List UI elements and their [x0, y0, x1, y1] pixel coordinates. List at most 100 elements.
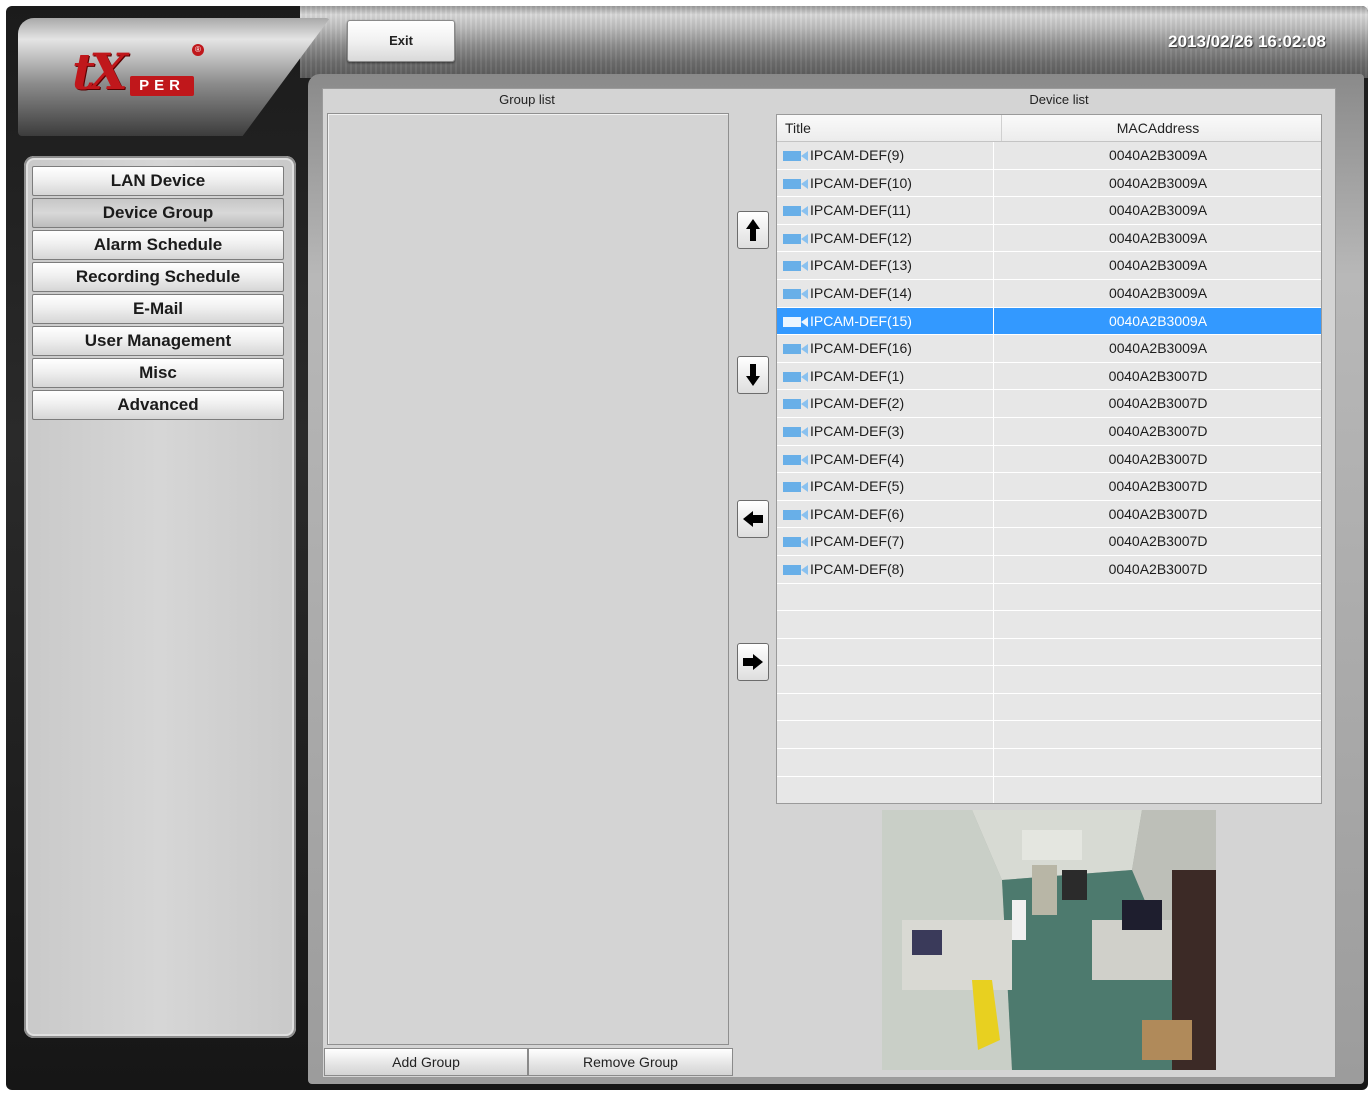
row-title-cell[interactable]: IPCAM-DEF(13)	[777, 252, 994, 279]
txper-logo: tX PER ®	[72, 40, 204, 110]
table-row[interactable]: IPCAM-DEF(15) 0040A2B3009A	[777, 307, 1321, 336]
table-row[interactable]: IPCAM-DEF(2) 0040A2B3007D	[777, 390, 1321, 418]
table-row-empty	[777, 693, 1321, 722]
device-title: IPCAM-DEF(5)	[810, 478, 905, 495]
sidebar-item-alarm-schedule[interactable]: Alarm Schedule	[32, 230, 284, 260]
camera-icon	[783, 564, 808, 575]
logo-tx-text: tX	[72, 42, 128, 101]
registered-mark: ®	[192, 44, 204, 56]
table-row[interactable]: IPCAM-DEF(13) 0040A2B3009A	[777, 252, 1321, 280]
table-row[interactable]: IPCAM-DEF(7) 0040A2B3007D	[777, 528, 1321, 556]
sidebar-item-recording-schedule[interactable]: Recording Schedule	[32, 262, 284, 292]
device-table[interactable]: Title MACAddress IPCAM-DEF(9) 0040A2B3009…	[776, 114, 1322, 804]
row-title-cell[interactable]: IPCAM-DEF(4)	[777, 445, 994, 473]
table-row[interactable]: IPCAM-DEF(9) 0040A2B3009A	[777, 142, 1321, 170]
camera-icon	[783, 509, 808, 520]
row-title-cell[interactable]: IPCAM-DEF(16)	[777, 335, 994, 362]
table-row-empty	[777, 721, 1321, 750]
sidebar-item-advanced[interactable]: Advanced	[32, 390, 284, 420]
row-title-cell[interactable]: IPCAM-DEF(9)	[777, 142, 994, 169]
row-title-cell[interactable]: IPCAM-DEF(1)	[777, 362, 994, 390]
sidebar-item-device-group[interactable]: Device Group	[32, 198, 284, 228]
column-header-mac[interactable]: MACAddress	[995, 115, 1321, 141]
row-title-cell[interactable]: IPCAM-DEF(8)	[777, 555, 994, 583]
row-title-cell	[777, 693, 994, 721]
device-title: IPCAM-DEF(1)	[810, 367, 905, 384]
camera-icon	[783, 399, 808, 410]
device-title: IPCAM-DEF(8)	[810, 560, 905, 577]
row-title-cell[interactable]: IPCAM-DEF(10)	[777, 169, 994, 197]
table-row-empty	[777, 638, 1321, 667]
sidebar-item-user-management[interactable]: User Management	[32, 326, 284, 356]
table-row[interactable]: IPCAM-DEF(5) 0040A2B3007D	[777, 473, 1321, 501]
row-title-cell[interactable]: IPCAM-DEF(2)	[777, 390, 994, 417]
device-mac: 0040A2B3007D	[1108, 367, 1208, 384]
device-mac: 0040A2B3009A	[1108, 202, 1208, 219]
table-row[interactable]: IPCAM-DEF(6) 0040A2B3007D	[777, 500, 1321, 529]
row-title-cell[interactable]: IPCAM-DEF(5)	[777, 473, 994, 500]
table-row[interactable]: IPCAM-DEF(12) 0040A2B3009A	[777, 224, 1321, 253]
row-mac-cell	[995, 666, 1321, 693]
device-mac: 0040A2B3007D	[1108, 422, 1208, 439]
row-mac-cell	[995, 777, 1321, 803]
move-right-button[interactable]	[737, 643, 769, 681]
device-mac: 0040A2B3009A	[1108, 229, 1208, 246]
sidebar-item-email[interactable]: E-Mail	[32, 294, 284, 324]
table-row[interactable]: IPCAM-DEF(8) 0040A2B3007D	[777, 555, 1321, 584]
row-title-cell[interactable]: IPCAM-DEF(7)	[777, 528, 994, 555]
group-list[interactable]	[327, 113, 729, 1045]
row-title-cell[interactable]: IPCAM-DEF(12)	[777, 224, 994, 252]
sidebar-item-lan-device[interactable]: LAN Device	[32, 166, 284, 196]
exit-button[interactable]: Exit	[347, 20, 455, 62]
camera-icon	[783, 482, 808, 493]
device-title: IPCAM-DEF(15)	[810, 312, 912, 329]
row-title-cell[interactable]: IPCAM-DEF(3)	[777, 417, 994, 445]
camera-icon	[783, 316, 808, 327]
sidebar-item-misc[interactable]: Misc	[32, 358, 284, 388]
row-title-cell	[777, 749, 994, 776]
table-row[interactable]: IPCAM-DEF(10) 0040A2B3009A	[777, 169, 1321, 198]
row-mac-cell	[995, 694, 1321, 721]
device-mac: 0040A2B3007D	[1108, 505, 1208, 522]
row-title-cell[interactable]: IPCAM-DEF(14)	[777, 279, 994, 307]
table-row-empty	[777, 749, 1321, 777]
table-row[interactable]: IPCAM-DEF(1) 0040A2B3007D	[777, 362, 1321, 391]
table-row[interactable]: IPCAM-DEF(11) 0040A2B3009A	[777, 197, 1321, 225]
device-title: IPCAM-DEF(12)	[810, 229, 912, 246]
device-title: IPCAM-DEF(6)	[810, 505, 905, 522]
table-row-empty	[777, 611, 1321, 639]
row-title-cell	[777, 776, 994, 803]
table-row-empty	[777, 666, 1321, 694]
remove-group-button[interactable]: Remove Group	[528, 1048, 733, 1076]
table-row-empty	[777, 583, 1321, 612]
table-row[interactable]: IPCAM-DEF(16) 0040A2B3009A	[777, 335, 1321, 363]
device-title: IPCAM-DEF(4)	[810, 450, 905, 467]
add-group-button[interactable]: Add Group	[324, 1048, 528, 1076]
row-mac-cell	[995, 584, 1321, 611]
row-title-cell	[777, 583, 994, 611]
logo-per-text: PER	[130, 76, 194, 96]
table-row[interactable]: IPCAM-DEF(3) 0040A2B3007D	[777, 417, 1321, 446]
row-title-cell[interactable]: IPCAM-DEF(15)	[777, 307, 994, 335]
table-row[interactable]: IPCAM-DEF(14) 0040A2B3009A	[777, 279, 1321, 308]
device-mac: 0040A2B3007D	[1108, 560, 1208, 577]
move-up-button[interactable]	[737, 211, 769, 249]
camera-icon	[783, 537, 808, 548]
row-title-cell[interactable]: IPCAM-DEF(11)	[777, 197, 994, 224]
column-header-title[interactable]: Title	[777, 115, 1002, 141]
device-rows: IPCAM-DEF(9) 0040A2B3009A IPCAM-DEF(10) 004…	[777, 142, 1321, 803]
camera-icon	[783, 288, 808, 299]
move-down-button[interactable]	[737, 356, 769, 394]
device-title: IPCAM-DEF(16)	[810, 340, 912, 357]
device-mac: 0040A2B3009A	[1108, 257, 1208, 274]
table-header: Title MACAddress	[777, 115, 1321, 142]
device-mac: 0040A2B3009A	[1108, 284, 1208, 301]
device-title: IPCAM-DEF(3)	[810, 422, 905, 439]
camera-icon	[783, 178, 808, 189]
table-row-empty	[777, 776, 1321, 803]
table-row[interactable]: IPCAM-DEF(4) 0040A2B3007D	[777, 445, 1321, 474]
move-left-button[interactable]	[737, 500, 769, 538]
row-mac-cell	[995, 639, 1321, 666]
row-title-cell[interactable]: IPCAM-DEF(6)	[777, 500, 994, 528]
device-mac: 0040A2B3009A	[1108, 312, 1208, 329]
